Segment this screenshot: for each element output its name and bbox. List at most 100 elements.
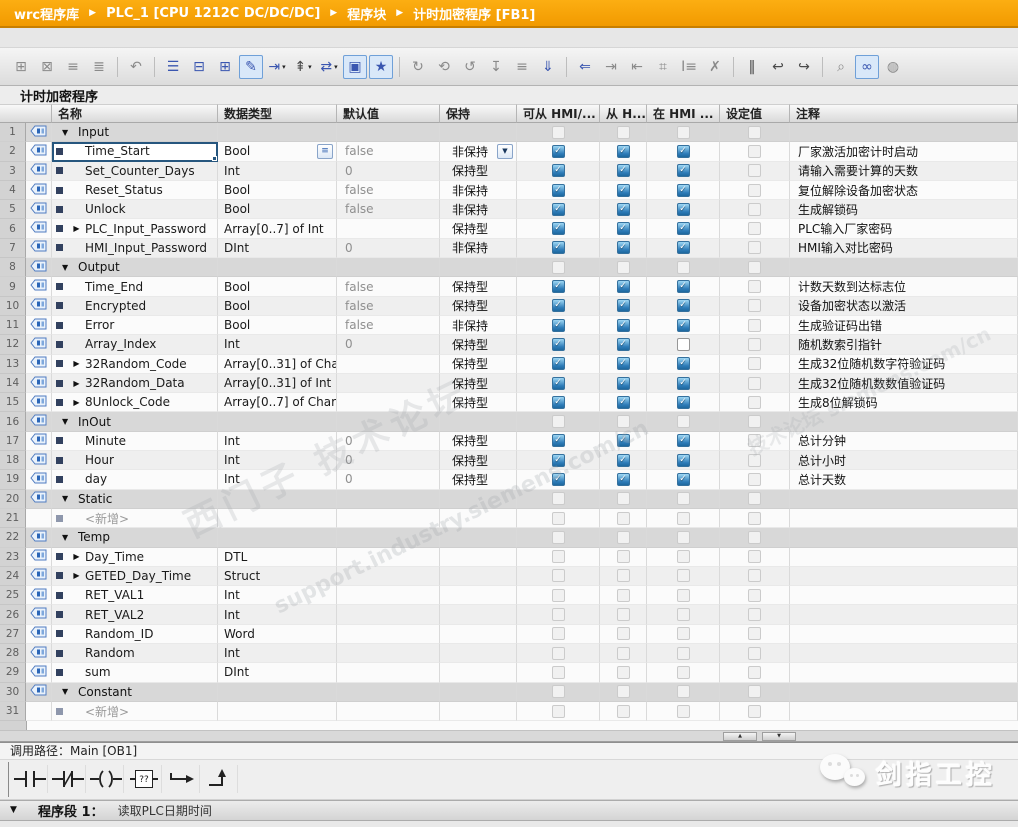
row-number[interactable]: 12 [0,335,26,354]
retain-cell[interactable] [440,123,517,142]
name-cell[interactable]: Hour [52,451,218,470]
indent-icon[interactable]: ⇥ [599,55,623,79]
update-block-call-icon[interactable]: ↻ [406,55,430,79]
name-cell[interactable]: Encrypted [52,297,218,316]
scroll-up-button[interactable]: ▲ [723,732,757,741]
hmi-visible-checkbox[interactable]: ✓ [677,396,690,409]
hmi-writable-checkbox[interactable]: ✓ [617,164,630,177]
copy-snapshot-icon-dropdown-arrow[interactable]: ▾ [334,63,338,71]
name-cell[interactable]: sum [52,663,218,682]
default-value-cell[interactable]: 0 [337,239,440,258]
data-type-cell[interactable]: Int [218,470,337,489]
monitoring-icon[interactable]: ∞ [855,55,879,79]
data-type-cell[interactable]: Bool [218,181,337,200]
absolute-operands-icon[interactable]: I≡ [677,55,701,79]
retain-cell[interactable] [440,412,517,431]
retain-cell[interactable]: 保持型 [440,432,517,451]
retain-cell[interactable]: 非保持 [440,181,517,200]
retain-cell[interactable] [440,567,517,586]
hmi-visible-checkbox[interactable] [677,338,690,351]
header-hmi-writable[interactable]: 从 H... [600,104,647,123]
comment-cell[interactable] [790,625,1018,644]
retain-cell[interactable]: 保持型 [440,393,517,412]
name-cell[interactable]: day [52,470,218,489]
data-type-cell[interactable]: Bool [218,316,337,335]
outline-icon[interactable]: ≡ [510,55,534,79]
comment-cell[interactable] [790,644,1018,663]
hmi-accessible-checkbox[interactable]: ✓ [552,280,565,293]
data-type-cell[interactable] [218,412,337,431]
hmi-visible-checkbox[interactable]: ✓ [677,434,690,447]
download-start-values-icon[interactable]: ↧ [484,55,508,79]
data-type-cell[interactable]: DInt [218,239,337,258]
comment-cell[interactable] [790,509,1018,528]
comment-cell[interactable]: 计数天数到达标志位 [790,277,1018,296]
default-value-cell[interactable] [337,683,440,702]
upload-start-values-icon[interactable]: ↺ [458,55,482,79]
retain-cell[interactable] [440,683,517,702]
data-type-cell[interactable]: Bool [218,297,337,316]
row-number[interactable]: 29 [0,663,26,682]
comment-cell[interactable]: 总计天数 [790,470,1018,489]
row-number[interactable]: 19 [0,470,26,489]
name-cell[interactable]: ▼Constant [52,683,218,702]
comment-cell[interactable]: 生成8位解锁码 [790,393,1018,412]
data-type-cell[interactable] [218,702,337,721]
comment-cell[interactable]: 设备加密状态以激活 [790,297,1018,316]
hmi-visible-checkbox[interactable]: ✓ [677,454,690,467]
name-cell[interactable]: Unlock [52,200,218,219]
comment-cell[interactable] [790,490,1018,509]
hmi-visible-checkbox[interactable]: ✓ [677,184,690,197]
clear-formatting-icon[interactable]: ✗ [703,55,727,79]
comment-cell[interactable] [790,412,1018,431]
expand-arrow-icon[interactable]: ▶ [70,571,83,580]
comment-cell[interactable]: 总计分钟 [790,432,1018,451]
outdent-icon[interactable]: ⇤ [625,55,649,79]
name-cell[interactable]: ▶Day_Time [52,548,218,567]
row-number[interactable]: 15 [0,393,26,412]
default-value-cell[interactable]: false [337,200,440,219]
hmi-accessible-checkbox[interactable]: ✓ [552,473,565,486]
data-type-cell[interactable]: Int [218,586,337,605]
hmi-visible-checkbox[interactable]: ✓ [677,357,690,370]
header-hmi-accessible[interactable]: 可从 HMI/... [517,104,600,123]
breadcrumb-item[interactable]: 计时加密程序 [FB1] [409,4,539,23]
hmi-accessible-checkbox[interactable]: ✓ [552,454,565,467]
comment-cell[interactable] [790,123,1018,142]
interface-view-icon[interactable]: ▣ [343,55,367,79]
data-type-cell[interactable]: Int [218,605,337,624]
data-type-cell[interactable]: Int [218,432,337,451]
data-type-cell[interactable]: Bool [218,277,337,296]
hmi-visible-checkbox[interactable]: ✓ [677,222,690,235]
renumber-networks-icon[interactable]: ⌗ [651,55,675,79]
network-header[interactable]: ▼ 程序段 1： 读取PLC日期时间 [0,800,1018,821]
hmi-accessible-checkbox[interactable]: ✓ [552,319,565,332]
default-value-cell[interactable] [337,644,440,663]
name-cell[interactable]: Time_End [52,277,218,296]
row-number[interactable]: 20 [0,490,26,509]
comment-cell[interactable]: 生成32位随机数字符验证码 [790,355,1018,374]
row-number[interactable]: 26 [0,605,26,624]
default-value-cell[interactable]: false [337,316,440,335]
hmi-visible-checkbox[interactable]: ✓ [677,319,690,332]
hmi-writable-checkbox[interactable]: ✓ [617,222,630,235]
default-value-cell[interactable] [337,625,440,644]
retain-cell[interactable]: 保持型 [440,335,517,354]
hmi-writable-checkbox[interactable]: ✓ [617,357,630,370]
download-protection-icon[interactable]: ⇓ [536,55,560,79]
data-type-cell[interactable]: Array[0..31] of Int [218,374,337,393]
default-value-cell[interactable]: 0 [337,335,440,354]
comment-cell[interactable]: 请输入需要计算的天数 [790,162,1018,181]
hmi-writable-checkbox[interactable]: ✓ [617,377,630,390]
row-number[interactable]: 30 [0,683,26,702]
expand-members-icon[interactable]: ☰ [161,55,185,79]
hmi-writable-checkbox[interactable]: ✓ [617,203,630,216]
comment-cell[interactable] [790,586,1018,605]
section-collapse-icon[interactable]: ▼ [62,533,72,542]
retain-cell[interactable]: 保持型 [440,470,517,489]
row-number[interactable]: 1 [0,123,26,142]
default-value-cell[interactable] [337,567,440,586]
row-number[interactable]: 23 [0,548,26,567]
header-setpoint[interactable]: 设定值 [720,104,790,123]
hmi-writable-checkbox[interactable]: ✓ [617,184,630,197]
